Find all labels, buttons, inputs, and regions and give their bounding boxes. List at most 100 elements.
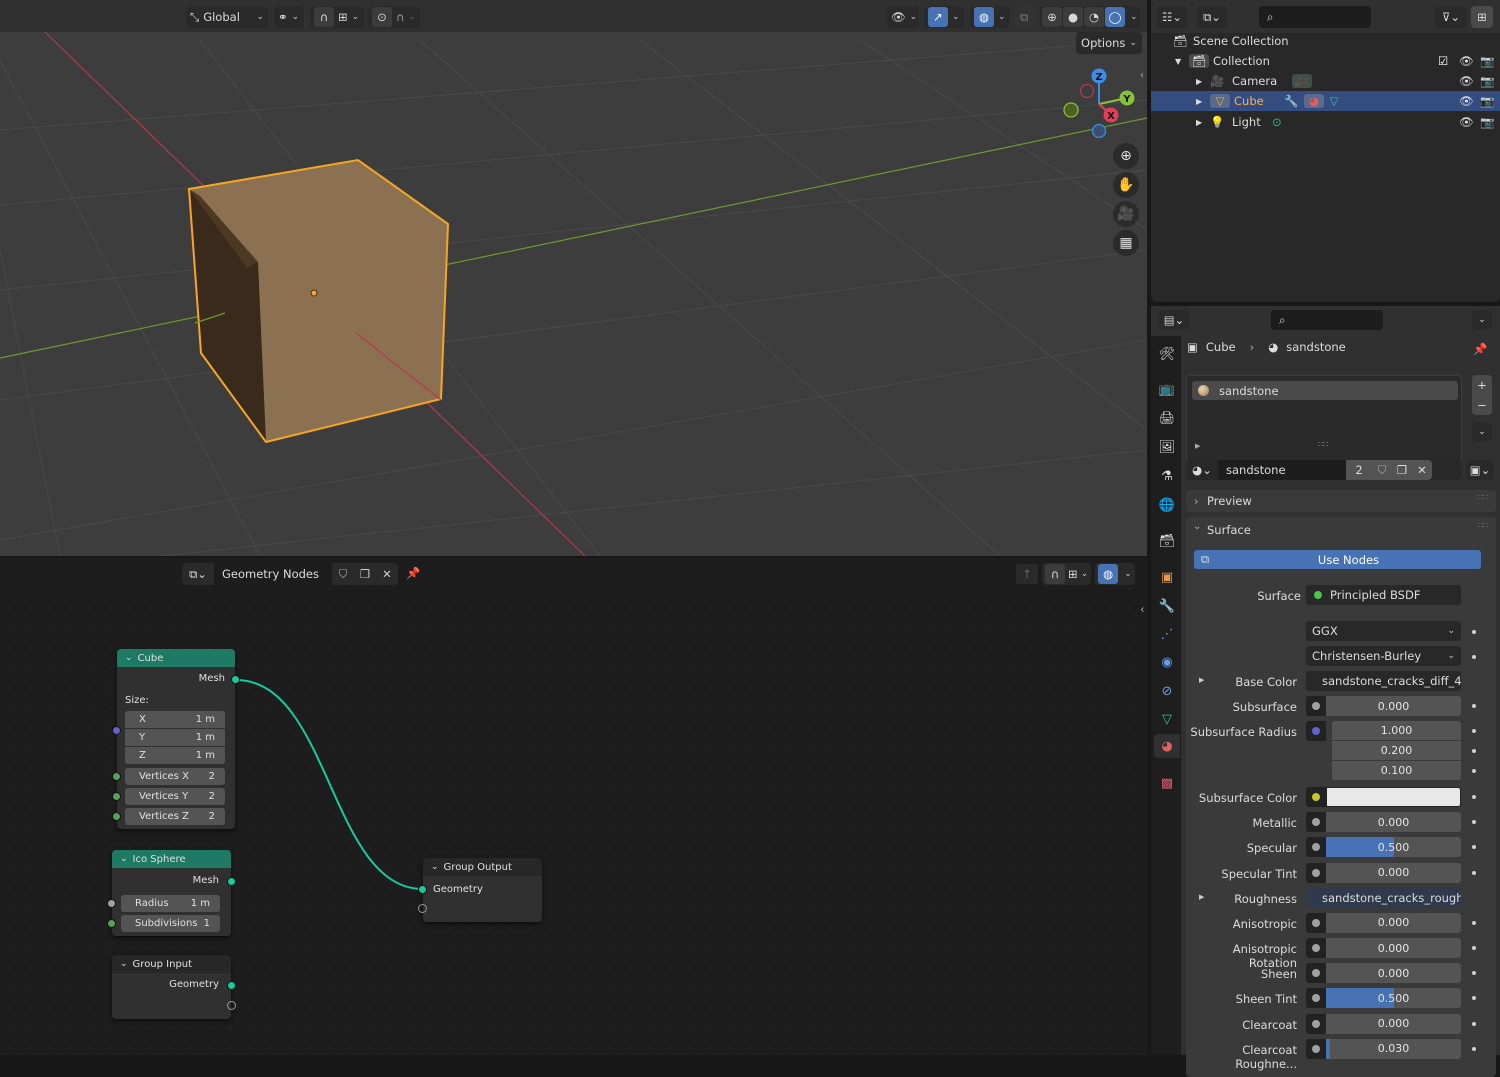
xray-icon[interactable]: ⧉ (1020, 10, 1028, 25)
geometry-output-socket[interactable] (227, 981, 236, 990)
preview-panel[interactable]: › Preview ∷∷ (1186, 490, 1496, 512)
outliner-item-cube[interactable]: ▶ ▽ Cube 🔧 ◕ ▽ 👁 📷 (1151, 91, 1500, 111)
keyframe-dot[interactable] (1472, 655, 1476, 659)
light-data-icon[interactable]: ⊙ (1272, 115, 1292, 129)
socket-button[interactable] (1306, 912, 1326, 933)
socket-button[interactable] (1306, 988, 1326, 1009)
socket-button[interactable] (1306, 787, 1326, 808)
size-y-field[interactable]: Y1 m (125, 729, 225, 746)
material-icon[interactable]: ◕ (1304, 94, 1324, 108)
value-slider[interactable]: 0.000 (1326, 696, 1461, 716)
keyframe-dot[interactable] (1472, 870, 1476, 875)
socket-button[interactable] (1306, 1013, 1326, 1034)
outliner-item-camera[interactable]: ▶ 🎥 Camera 🎥 👁 📷 (1151, 71, 1500, 91)
pin-icon[interactable]: 📌 (1473, 342, 1487, 356)
vector-component-field[interactable]: 1.000 (1332, 721, 1461, 742)
tab-constraints[interactable]: ⊘ (1154, 679, 1180, 703)
overlay-toggle[interactable]: ◍ ⌄ (970, 6, 1010, 28)
wireframe-shading-icon[interactable]: ⊕ (1042, 7, 1062, 27)
transform-orientation-dropdown[interactable]: ⤡ Global ⌄ (186, 6, 268, 28)
linked-texture-field[interactable]: sandstone_cracks_rough... (1306, 887, 1461, 908)
tab-object[interactable]: ▣ (1154, 565, 1180, 589)
camera-view-button[interactable]: 🎥 (1113, 201, 1139, 227)
sidebar-toggle-arrow[interactable]: ‹ (1140, 70, 1147, 86)
expand-triangle-icon[interactable]: ▶ (1196, 118, 1210, 127)
remove-slot-button[interactable]: − (1472, 395, 1492, 415)
value-slider[interactable]: 0.000 (1326, 812, 1461, 833)
radius-socket[interactable] (107, 899, 116, 908)
overlay-icon[interactable]: ◍ (974, 7, 994, 27)
keyframe-dot[interactable] (1472, 1021, 1476, 1026)
ico-sphere-node[interactable]: ⌄ Ico Sphere Mesh Radius 1 m Subdivisions… (107, 850, 236, 936)
render-camera-icon[interactable]: 📷 (1480, 54, 1500, 68)
tab-view-layer[interactable]: 🖼 (1154, 435, 1180, 459)
socket-button[interactable] (1306, 696, 1326, 716)
tab-collection[interactable]: 🗃 (1154, 529, 1180, 553)
size-x-field[interactable]: X1 m (125, 711, 225, 728)
tab-tool[interactable]: 🛠 (1154, 342, 1180, 366)
add-slot-button[interactable]: + (1472, 375, 1492, 395)
tab-modifiers[interactable]: 🔧 (1154, 594, 1180, 618)
keyframe-dot[interactable] (1472, 769, 1476, 774)
fake-user-shield-icon[interactable]: ⛉ (1372, 460, 1392, 480)
rendered-shading-icon[interactable]: ◯ (1105, 7, 1125, 27)
material-slot-item[interactable]: sandstone (1192, 381, 1458, 400)
outliner-item-light[interactable]: ▶ 💡 Light ⊙ 👁 📷 (1151, 112, 1500, 132)
socket-button[interactable] (1306, 721, 1326, 742)
socket-button[interactable] (1306, 812, 1326, 833)
resize-grip-icon[interactable]: ∷∷ (1318, 440, 1328, 449)
expand-triangle-icon[interactable]: ▶ (1196, 77, 1210, 86)
eye-icon[interactable]: 👁 (1459, 94, 1480, 108)
vertices-x-socket[interactable] (112, 772, 121, 781)
color-swatch[interactable] (1326, 787, 1461, 808)
tab-texture[interactable]: ▩ (1154, 771, 1180, 795)
outliner-search-input[interactable]: ⌕ (1259, 6, 1371, 28)
chevron-down-icon[interactable]: ⌄ (1126, 12, 1138, 22)
material-slot-list[interactable]: sandstone ▶ ∷∷ (1186, 375, 1462, 461)
node-editor[interactable]: ⧉⌄ Geometry Nodes ⛉ ❐ ✕ 📌 ↑ ∩ ⊞ ⌄ ◍ ⌄ ‹ … (0, 558, 1147, 1055)
keyframe-dot[interactable] (1472, 704, 1476, 708)
subdivisions-socket[interactable] (107, 919, 116, 928)
solid-shading-icon[interactable]: ● (1063, 7, 1083, 27)
subsurface-method-dropdown[interactable]: Christensen-Burley ⌄ (1306, 646, 1461, 666)
pan-view-button[interactable]: ✋ (1113, 172, 1139, 198)
chevron-down-icon[interactable]: ⌄ (952, 12, 960, 22)
value-slider[interactable]: 0.000 (1326, 963, 1461, 984)
collapse-chevron-icon[interactable]: ⌄ (120, 959, 128, 969)
cube-node[interactable]: ⌄ Cube Mesh Size: X1 m Y1 m Z1 m Vertice… (112, 649, 240, 829)
size-input-socket[interactable] (112, 726, 121, 735)
material-datablock[interactable]: ◕⌄ sandstone 2 ⛉ ❐ ✕ (1186, 460, 1462, 480)
value-slider[interactable]: 0.500 (1326, 988, 1461, 1009)
snap-magnet-icon[interactable]: ∩ (314, 7, 334, 27)
linked-texture-field[interactable]: sandstone_cracks_diff_4... (1306, 671, 1461, 691)
3d-viewport[interactable]: ⤡ Global ⌄ ⚭ ⌄ ∩ ⊞ ⌄ ⊙ ∩ ⌄ 👁 ⌄ ↗ ⌄ ◍ ⌄ ⧉ ⊕ ●… (0, 0, 1147, 556)
value-slider[interactable]: 0.000 (1326, 862, 1461, 883)
material-browse-dropdown[interactable]: ◕⌄ (1186, 463, 1218, 477)
display-mode-dropdown[interactable]: ☷⌄ (1157, 6, 1187, 28)
keyframe-dot[interactable] (1472, 729, 1476, 734)
material-preview-icon[interactable]: ◔ (1084, 7, 1104, 27)
empty-output-socket[interactable] (227, 1001, 236, 1010)
keyframe-dot[interactable] (1472, 1046, 1476, 1051)
drag-grip-icon[interactable]: ∷∷ (1478, 493, 1488, 502)
collapse-chevron-icon[interactable]: ⌄ (120, 854, 128, 864)
keyframe-dot[interactable] (1472, 920, 1476, 925)
keyframe-dot[interactable] (1472, 795, 1476, 800)
ortho-view-button[interactable]: ▦ (1113, 230, 1139, 256)
chevron-down-icon[interactable]: ⌄ (352, 12, 360, 22)
render-camera-icon[interactable]: 📷 (1480, 94, 1500, 108)
tab-data[interactable]: ▽ (1154, 707, 1180, 731)
group-input-node[interactable]: ⌄ Group Input Geometry (112, 955, 236, 1019)
group-output-node-header[interactable]: ⌄ Group Output (423, 858, 542, 876)
keyframe-dot[interactable] (1472, 845, 1476, 850)
xray-toggle[interactable]: ⧉ (1016, 6, 1036, 28)
expand-triangle-icon[interactable]: ▶ (1195, 442, 1200, 450)
mesh-output-socket[interactable] (227, 877, 236, 886)
outliner-item-collection[interactable]: ▼ 🗃 Collection ☑ 👁 📷 (1151, 51, 1500, 71)
socket-button[interactable] (1306, 963, 1326, 984)
properties-search-input[interactable]: ⌕ (1271, 310, 1383, 330)
expand-triangle-icon[interactable]: ▶ (1196, 97, 1210, 106)
exclude-checkbox[interactable]: ☑ (1438, 54, 1459, 68)
eye-icon[interactable]: 👁 (1459, 115, 1480, 129)
keyframe-dot[interactable] (1472, 630, 1476, 634)
